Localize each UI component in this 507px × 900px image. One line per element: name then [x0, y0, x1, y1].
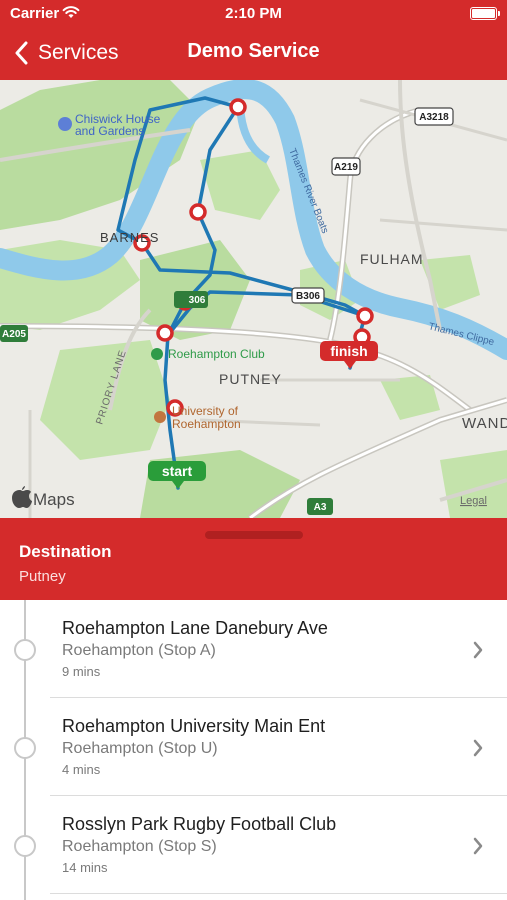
- status-time: 2:10 PM: [225, 5, 282, 22]
- destination-label: Destination: [19, 542, 112, 561]
- label-roehampton-club: Roehampton Club: [168, 347, 265, 361]
- label-fulham: FULHAM: [360, 251, 424, 267]
- navigation-header: Carrier 2:10 PM Services Demo Service: [0, 0, 507, 80]
- legal-link[interactable]: Legal: [460, 495, 487, 507]
- list-item[interactable]: Roehampton Lane Danebury Ave Roehampton …: [0, 600, 507, 698]
- list-item[interactable]: Roehampton University Main Ent Roehampto…: [0, 698, 507, 796]
- label-chiswick-2: and Gardens: [75, 124, 144, 138]
- chevron-left-icon: [15, 41, 28, 65]
- route-stop-marker[interactable]: [156, 324, 174, 342]
- university-icon: [154, 411, 166, 423]
- stops-list: Roehampton Lane Danebury Ave Roehampton …: [0, 600, 507, 900]
- label-putney: PUTNEY: [219, 371, 282, 387]
- maps-brand: Maps: [33, 490, 75, 509]
- chevron-right-icon: [473, 837, 483, 855]
- stop-name: Roehampton University Main Ent: [62, 716, 326, 736]
- chevron-right-icon: [473, 739, 483, 757]
- stop-dot: [14, 639, 36, 661]
- back-button[interactable]: Services: [14, 38, 119, 68]
- label-university-2: Roehampton: [172, 417, 241, 431]
- stop-duration: 9 mins: [62, 664, 101, 679]
- route-sheet: Destination Putney Roehampton Lane Daneb…: [0, 518, 507, 900]
- shield-306: 306: [189, 295, 206, 306]
- stop-dot: [14, 737, 36, 759]
- label-wand: WAND: [462, 415, 507, 432]
- attraction-icon: [58, 117, 72, 131]
- route-stop-marker[interactable]: [189, 203, 207, 221]
- stop-duration: 4 mins: [62, 762, 101, 777]
- shield-a3218: A3218: [419, 112, 449, 123]
- finish-label: finish: [330, 343, 367, 359]
- list-item[interactable]: Rosslyn Park Rugby Football Club Roehamp…: [0, 796, 507, 894]
- route-stop-marker[interactable]: [229, 98, 247, 116]
- stop-area: Roehampton (Stop A): [62, 642, 216, 659]
- route-stop-marker[interactable]: [356, 307, 374, 325]
- stop-name: Rosslyn Park Rugby Football Club: [62, 814, 337, 834]
- sports-icon: [151, 348, 163, 360]
- stop-area: Roehampton (Stop U): [62, 740, 218, 757]
- start-label: start: [162, 463, 193, 479]
- destination-header: Destination Putney: [0, 518, 507, 600]
- shield-b306: B306: [296, 291, 320, 302]
- label-university-1: University of: [172, 404, 239, 418]
- stop-area: Roehampton (Stop S): [62, 838, 217, 855]
- stop-duration: 14 mins: [62, 860, 108, 875]
- label-barnes: BARNES: [100, 230, 159, 245]
- back-label: Services: [38, 41, 119, 64]
- shield-a219: A219: [334, 162, 358, 173]
- shield-a205: A205: [2, 329, 26, 340]
- stop-name: Roehampton Lane Danebury Ave: [62, 618, 328, 638]
- shield-a3: A3: [314, 502, 327, 513]
- chevron-right-icon: [473, 641, 483, 659]
- stop-dot: [14, 835, 36, 857]
- route-map[interactable]: A3218 A219 B306 A205 A3 306 Chiswick Hou…: [0, 80, 507, 518]
- row-divider: [50, 893, 507, 894]
- destination-value: Putney: [19, 568, 66, 585]
- battery-icon: [470, 7, 500, 20]
- status-bar: Carrier 2:10 PM: [0, 0, 507, 28]
- sheet-grabber[interactable]: [205, 531, 303, 539]
